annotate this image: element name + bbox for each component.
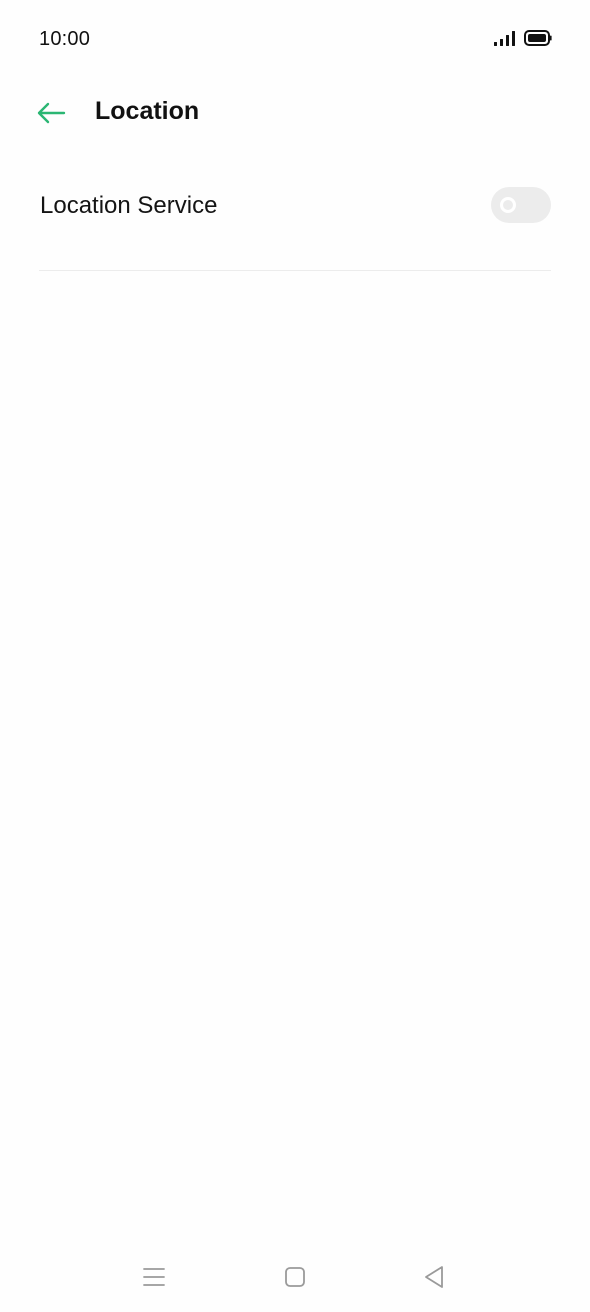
location-settings-screen: 10:00 Location Location Service [0,0,590,1312]
app-header: Location [0,78,590,148]
home-icon [285,1267,305,1287]
nav-home-button[interactable] [279,1262,311,1292]
battery-icon [524,30,552,46]
back-icon [425,1266,443,1288]
back-button[interactable] [30,92,72,134]
page-title: Location [95,97,200,125]
status-time: 10:00 [39,28,91,50]
location-service-toggle[interactable] [491,187,551,223]
signal-icon [494,31,515,46]
location-service-label: Location Service [40,192,218,219]
navigation-bar [0,1246,590,1306]
location-service-row[interactable]: Location Service [0,168,590,244]
toggle-knob [500,197,516,213]
nav-menu-button[interactable] [138,1262,170,1292]
status-bar: 10:00 [0,0,590,78]
arrow-left-icon [37,102,66,124]
menu-icon [143,1268,165,1286]
divider [39,270,551,271]
nav-back-button[interactable] [418,1262,450,1292]
